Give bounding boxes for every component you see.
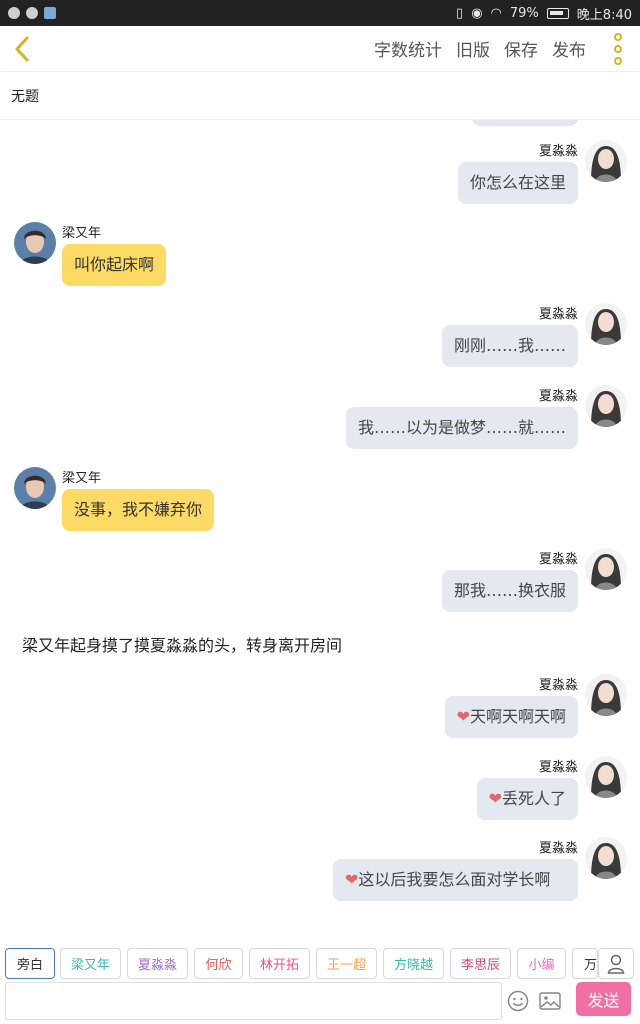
speaker-name: 梁又年 (62, 471, 102, 486)
clock: 晚上8:40 (576, 7, 632, 23)
character-chip[interactable]: 万 (572, 948, 598, 979)
speaker-name: 夏淼淼 (538, 552, 578, 567)
word-count-button[interactable]: 字数统计 (374, 36, 442, 61)
image-icon (539, 992, 561, 1010)
heart-icon: ❤ (345, 870, 359, 889)
image-button[interactable] (537, 988, 563, 1014)
app-notification-icon (8, 7, 20, 19)
manage-characters-button[interactable] (598, 948, 634, 979)
character-chip[interactable]: 小编 (517, 948, 566, 979)
message-text: 丢死人了 (501, 789, 566, 808)
compose-bar: 发送 (0, 982, 640, 1024)
message-bubble[interactable]: ❤这以后我要怎么面对学长啊 (333, 859, 578, 901)
speaker-name: 夏淼淼 (538, 760, 578, 775)
avatar-liang[interactable] (14, 222, 56, 264)
smiley-icon (507, 990, 529, 1012)
message-input[interactable] (5, 982, 502, 1020)
message-bubble[interactable]: ❤丢死人了 (476, 778, 578, 820)
avatar-xia[interactable] (585, 385, 627, 427)
message-bubble[interactable]: 那我……换衣服 (441, 570, 578, 612)
notification-icons (8, 7, 56, 19)
more-dot-icon (614, 56, 622, 65)
more-dot-icon (614, 32, 622, 41)
girl-avatar-icon (585, 140, 627, 182)
vibrate-icon: ▯ (456, 5, 464, 21)
save-button[interactable]: 保存 (504, 36, 538, 61)
girl-avatar-icon (585, 385, 627, 427)
speaker-name: 夏淼淼 (538, 144, 578, 159)
person-icon (607, 954, 625, 974)
speaker-name: 夏淼淼 (538, 678, 578, 693)
message-bubble[interactable]: 刚刚……我…… (441, 325, 578, 367)
avatar-xia[interactable] (585, 674, 627, 716)
more-dot-icon (614, 44, 622, 53)
eye-icon: ◉ (471, 5, 483, 21)
character-chip[interactable]: 旁白 (5, 948, 55, 979)
chevron-left-icon (15, 36, 29, 61)
speaker-name: 夏淼淼 (538, 841, 578, 856)
character-chip[interactable]: 何欣 (194, 948, 243, 979)
character-chip[interactable]: 林开拓 (249, 948, 310, 979)
character-chip[interactable]: 梁又年 (60, 948, 121, 979)
girl-avatar-icon (585, 756, 627, 798)
character-chip[interactable]: 方晓越 (383, 948, 444, 979)
girl-avatar-icon (585, 674, 627, 716)
avatar-xia[interactable] (585, 837, 627, 879)
speaker-name: 夏淼淼 (538, 307, 578, 322)
image-notification-icon (44, 7, 56, 19)
heart-icon: ❤ (488, 789, 502, 808)
avatar-xia[interactable] (585, 140, 627, 182)
old-version-button[interactable]: 旧版 (456, 36, 490, 61)
send-button[interactable]: 发送 (576, 982, 631, 1016)
status-bar: ▯ ◉ ◠ 79% 晚上8:40 (0, 0, 640, 26)
message-text: 这以后我要怎么面对学长啊 (358, 870, 551, 889)
message-bubble[interactable]: ❤天啊天啊天啊 (444, 696, 578, 738)
message-bubble[interactable]: 你怎么在这里 (457, 162, 578, 204)
document-title[interactable]: 无题 (0, 72, 640, 120)
message-bubble[interactable]: 我……以为是做梦……就…… (345, 407, 578, 449)
girl-avatar-icon (585, 548, 627, 590)
avatar-xia[interactable] (585, 756, 627, 798)
publish-button[interactable]: 发布 (552, 36, 586, 61)
avatar-liang[interactable] (14, 467, 56, 509)
message-bubble[interactable]: 没事，我不嫌弃你 (62, 489, 215, 531)
message-text: 天啊天啊天啊 (469, 707, 566, 726)
character-chip[interactable]: 王一超 (316, 948, 377, 979)
avatar-xia[interactable] (585, 548, 627, 590)
heart-icon: ❤ (456, 707, 470, 726)
emoji-button[interactable] (505, 988, 531, 1014)
character-selector: 旁白 梁又年 夏淼淼 何欣 林开拓 王一超 方晓越 李思辰 小编 万 (0, 944, 640, 982)
battery-icon (546, 7, 569, 19)
speaker-name: 夏淼淼 (538, 389, 578, 404)
speaker-name: 梁又年 (62, 226, 102, 241)
chat-area[interactable]: 夏淼淼 你怎么在这里 梁又年 叫你起床啊 夏淼淼 刚刚……我…… 夏淼淼 我……… (0, 120, 640, 932)
wifi-icon: ◠ (490, 5, 502, 21)
previous-message-bubble (472, 120, 578, 126)
character-chip[interactable]: 李思辰 (450, 948, 511, 979)
battery-percent: 79% (509, 5, 539, 21)
boy-avatar-icon (14, 467, 56, 509)
boy-avatar-icon (14, 222, 56, 264)
top-bar: 字数统计 旧版 保存 发布 (0, 26, 640, 72)
girl-avatar-icon (585, 837, 627, 879)
message-bubble[interactable]: 叫你起床啊 (62, 244, 167, 286)
character-chip[interactable]: 夏淼淼 (127, 948, 188, 979)
back-button[interactable] (0, 26, 44, 72)
more-menu-button[interactable] (600, 26, 636, 72)
avatar-xia[interactable] (585, 303, 627, 345)
girl-avatar-icon (585, 303, 627, 345)
qq-notification-icon (26, 7, 38, 19)
narration-text[interactable]: 梁又年起身摸了摸夏淼淼的头，转身离开房间 (22, 632, 342, 656)
